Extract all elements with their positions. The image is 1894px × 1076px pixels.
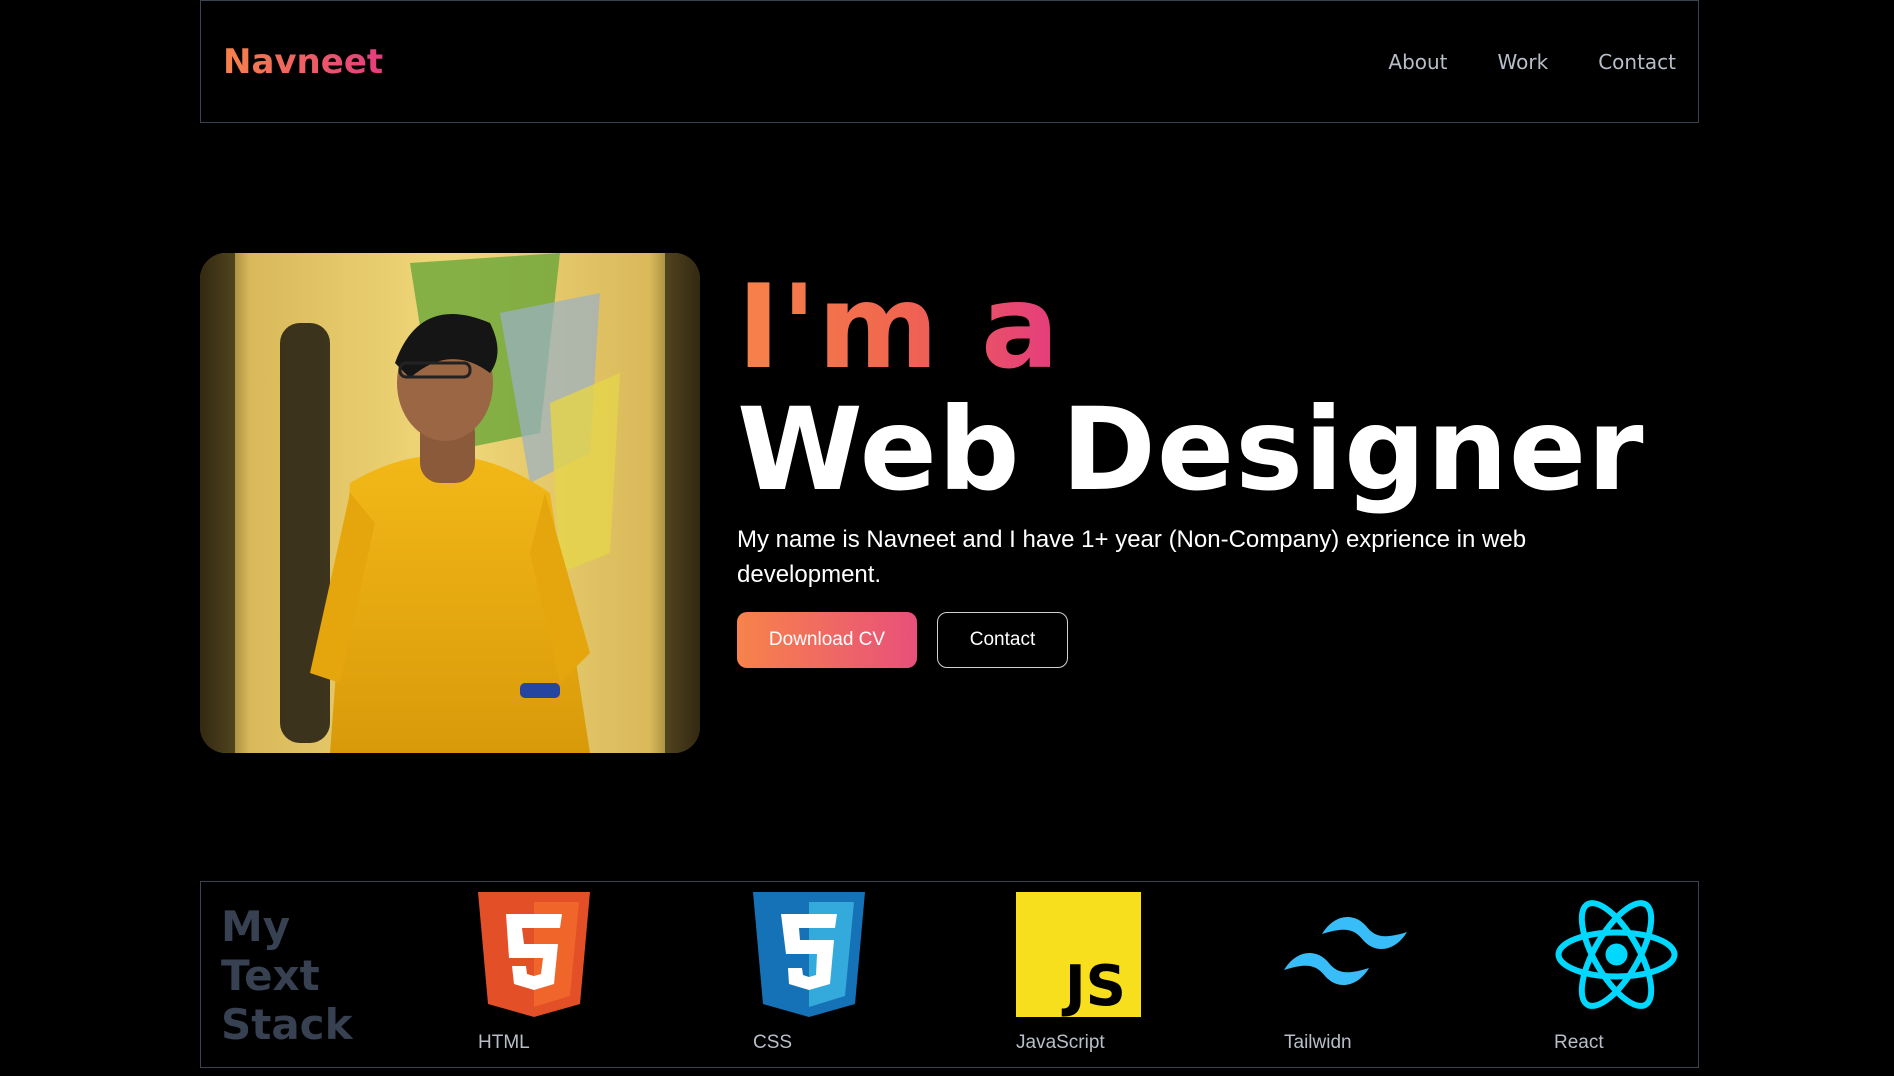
hero-section: I'm a Web Designer My name is Navneet an… (737, 270, 1697, 668)
logo[interactable]: Navneet (223, 42, 383, 82)
css3-icon (753, 892, 865, 1017)
contact-button[interactable]: Contact (937, 611, 1068, 668)
hero-description: My name is Navneet and I have 1+ year (N… (737, 525, 1527, 588)
hero-role: Web Designer (737, 383, 1645, 516)
stack-label-tailwind: Tailwidn (1284, 1032, 1352, 1053)
hero-buttons: Download CV Contact (737, 611, 1697, 668)
stack-label-html: HTML (478, 1032, 530, 1053)
stack-label-javascript: JavaScript (1016, 1032, 1105, 1053)
stack-label-css: CSS (753, 1032, 793, 1053)
hero-intro: I'm a (737, 260, 1061, 395)
nav-about[interactable]: About (1388, 50, 1447, 74)
download-cv-button[interactable]: Download CV (737, 611, 917, 668)
profile-photo (200, 253, 700, 753)
javascript-icon: JS (1016, 892, 1141, 1017)
html5-icon (478, 892, 590, 1017)
react-icon (1555, 900, 1678, 1009)
nav-work[interactable]: Work (1498, 50, 1549, 74)
nav-contact[interactable]: Contact (1598, 50, 1676, 74)
stack-label-react: React (1554, 1032, 1604, 1053)
stack-item-react: React (1554, 892, 1679, 1053)
stack-item-css: CSS (753, 892, 865, 1053)
stack-item-tailwind: Tailwidn (1284, 892, 1409, 1053)
tech-stack: My Text Stack HTML CSS JS JavaScript Tai… (200, 881, 1699, 1068)
site-header: Navneet About Work Contact (200, 0, 1699, 123)
stack-title: My Text Stack (221, 902, 353, 1049)
svg-text:JS: JS (1061, 954, 1126, 1017)
stack-item-html: HTML (478, 892, 590, 1053)
main-nav: About Work Contact (1388, 50, 1676, 74)
stack-item-javascript: JS JavaScript (1016, 892, 1141, 1053)
tailwind-icon (1284, 916, 1407, 986)
